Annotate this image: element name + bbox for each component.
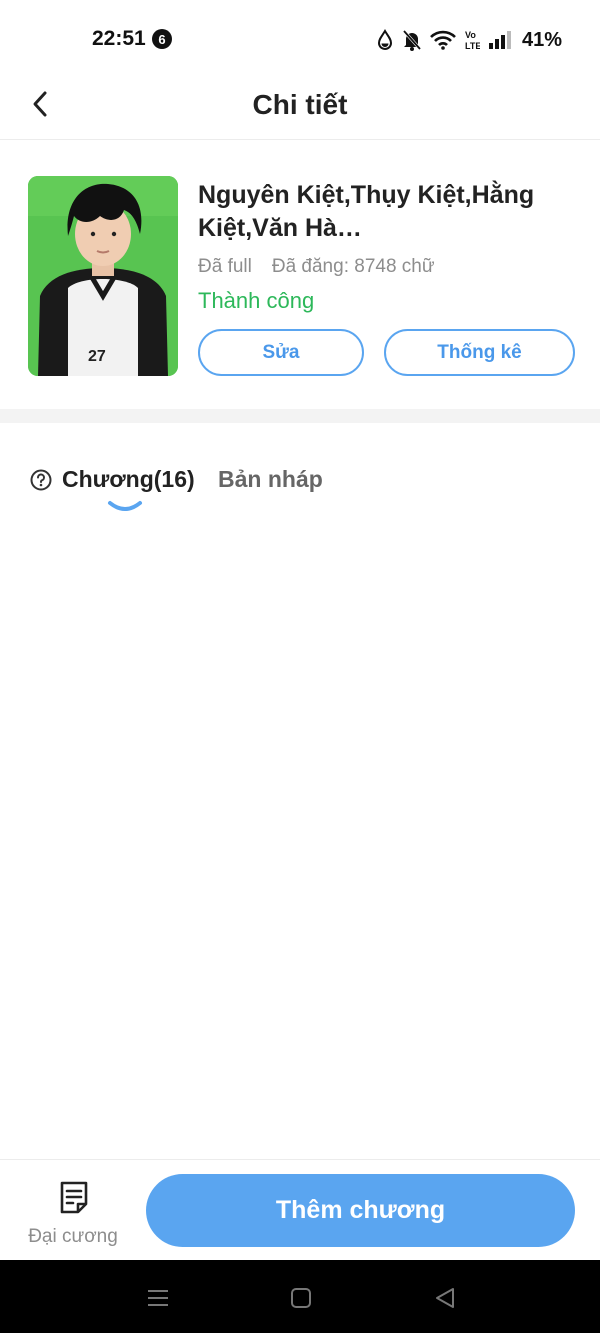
- back-triangle-icon[interactable]: [431, 1284, 459, 1312]
- book-cover[interactable]: 27: [28, 176, 178, 376]
- document-icon: [60, 1181, 88, 1214]
- book-meta: Đã full Đã đăng: 8748 chữ: [198, 256, 435, 278]
- review-status: Thành công: [198, 288, 315, 313]
- stats-button[interactable]: Thống kê: [384, 329, 575, 376]
- notification-badge: 6: [152, 29, 172, 49]
- chapter-tabs: Chương(16) Bản nháp: [0, 423, 600, 533]
- svg-text:27: 27: [88, 348, 106, 365]
- svg-text:Vo: Vo: [465, 30, 476, 40]
- menu-icon[interactable]: [144, 1284, 172, 1312]
- question-circle-icon[interactable]: [30, 469, 52, 491]
- bottom-action-bar: Đại cương Thêm chương: [0, 1159, 600, 1260]
- signal-icon: [489, 31, 511, 49]
- status-icons: Vo LTE 41%: [376, 28, 562, 52]
- completion-status: Đã full: [198, 256, 252, 277]
- cover-image: 27: [28, 176, 178, 376]
- water-drop-icon: [377, 29, 393, 50]
- tab-drafts[interactable]: Bản nháp: [218, 466, 323, 493]
- page-title: Chi tiết: [252, 89, 348, 120]
- outline-button[interactable]: Đại cương: [20, 1174, 126, 1250]
- status-time: 22:51: [92, 27, 146, 50]
- tab-active-indicator: [108, 501, 142, 511]
- add-chapter-button[interactable]: Thêm chương: [146, 1174, 575, 1247]
- wifi-icon: [430, 30, 456, 50]
- tab-chapters[interactable]: Chương(16): [62, 466, 195, 493]
- book-info: 27 Nguyên Kiệt,Thụy Kiệt,Hằng Kiệt,Văn H…: [0, 141, 600, 409]
- header: Chi tiết: [0, 80, 600, 140]
- home-icon[interactable]: [287, 1284, 315, 1312]
- book-title: Nguyên Kiệt,Thụy Kiệt,Hằng Kiệt,Văn Hà…: [198, 181, 535, 242]
- status-bar: 22:51 6 Vo LTE 41%: [0, 0, 600, 80]
- system-nav-bar: [0, 1260, 600, 1333]
- edit-button[interactable]: Sửa: [198, 329, 364, 376]
- svg-text:LTE: LTE: [465, 41, 480, 51]
- word-count: Đã đăng: 8748 chữ: [271, 256, 435, 277]
- outline-label: Đại cương: [28, 1226, 118, 1247]
- section-divider: [0, 409, 600, 423]
- bell-off-icon: [402, 30, 422, 51]
- volte-icon: Vo LTE: [465, 30, 480, 51]
- battery-level: 41%: [522, 28, 563, 51]
